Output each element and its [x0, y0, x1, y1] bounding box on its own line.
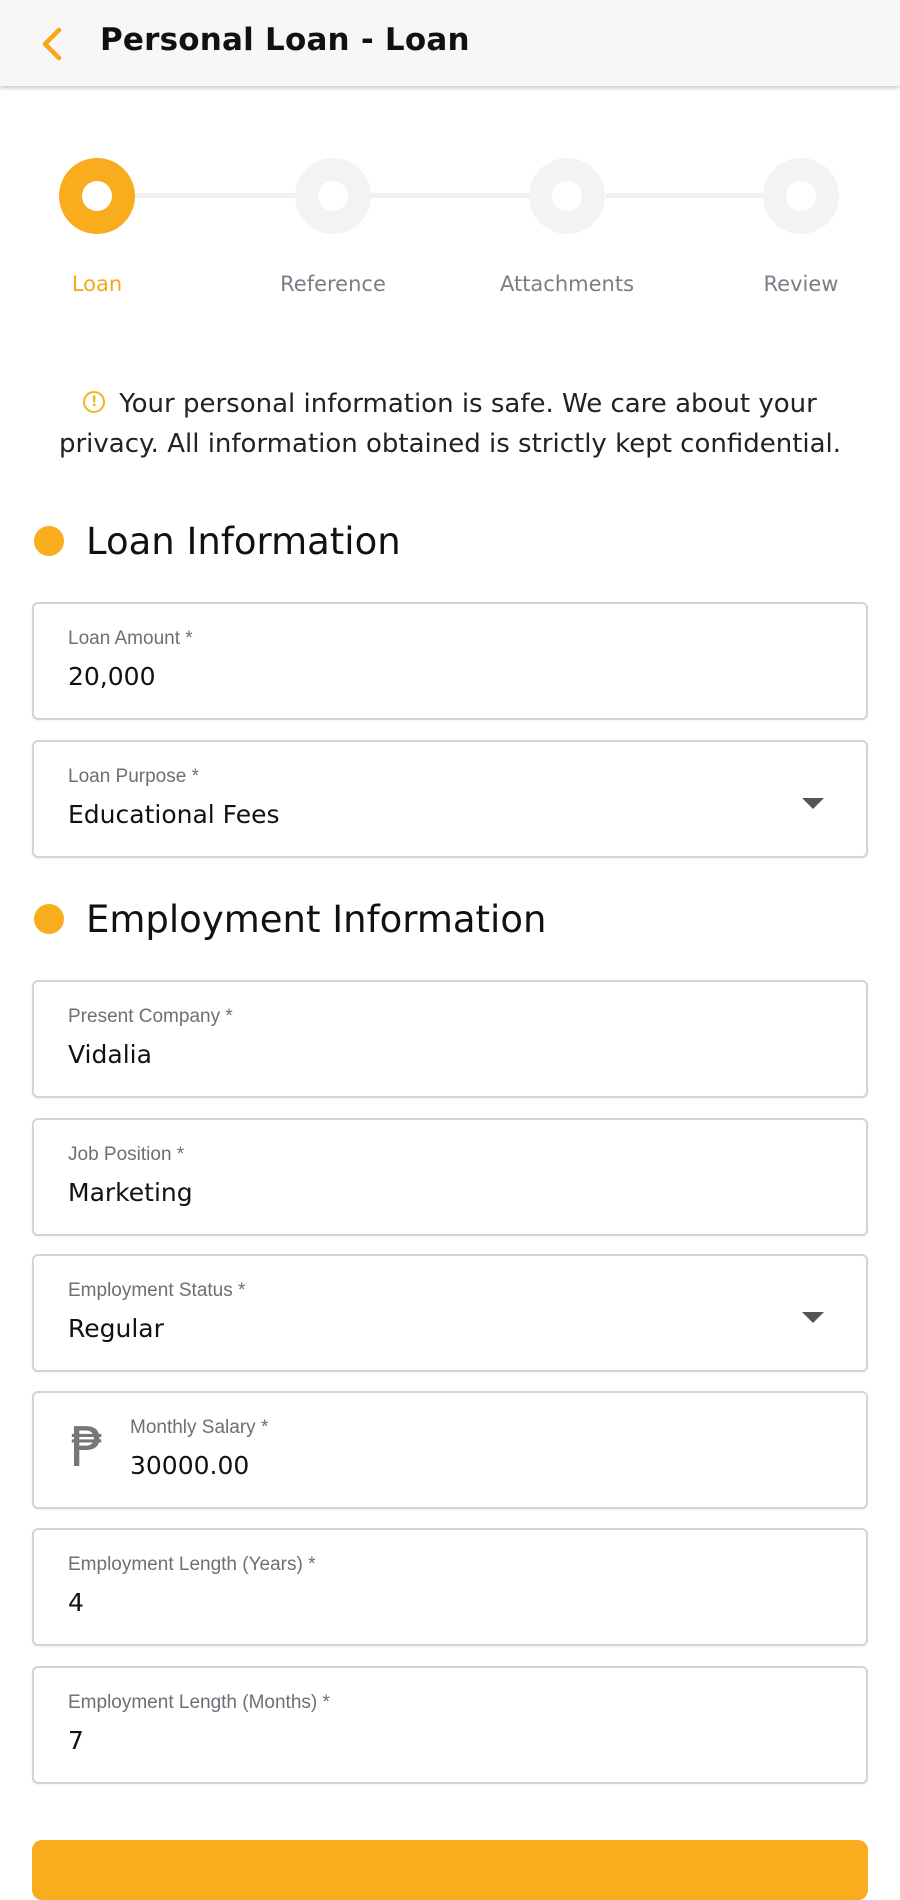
- step-attachments[interactable]: Attachments: [472, 150, 662, 310]
- step-label: Review: [763, 272, 839, 296]
- app-bar: Personal Loan - Loan: [0, 0, 900, 86]
- monthly-salary-field[interactable]: ₱ Monthly Salary * 30000.00: [32, 1391, 868, 1509]
- field-label: Employment Status *: [68, 1280, 246, 1301]
- field-value: Vidalia: [68, 1040, 152, 1069]
- step-indicator: [59, 158, 135, 234]
- page-title: Personal Loan - Loan: [100, 22, 470, 58]
- back-button[interactable]: [28, 20, 76, 68]
- section-title: Loan Information: [86, 519, 401, 563]
- step-label: Loan: [71, 272, 123, 296]
- employment-length-years-field[interactable]: Employment Length (Years) * 4: [32, 1528, 868, 1646]
- privacy-notice: ! Your personal information is safe. We c…: [40, 384, 860, 464]
- dropdown-caret-icon: [802, 798, 824, 809]
- peso-icon: ₱: [70, 1416, 105, 1479]
- section-bullet: [34, 904, 64, 934]
- privacy-notice-text: Your personal information is safe. We ca…: [58, 389, 842, 459]
- section-bullet: [34, 526, 64, 556]
- step-indicator: [763, 158, 839, 234]
- field-value: 30000.00: [130, 1451, 250, 1480]
- step-review[interactable]: Review: [706, 150, 896, 310]
- job-position-field[interactable]: Job Position * Marketing: [32, 1118, 868, 1236]
- field-label: Present Company *: [68, 1006, 233, 1027]
- field-value: 20,000: [68, 662, 156, 691]
- field-label: Loan Amount *: [68, 628, 193, 649]
- field-label: Employment Length (Months) *: [68, 1692, 330, 1713]
- step-reference[interactable]: Reference: [238, 150, 428, 310]
- field-label: Employment Length (Years) *: [68, 1554, 316, 1575]
- field-value: Marketing: [68, 1178, 193, 1207]
- field-label: Monthly Salary *: [130, 1417, 269, 1438]
- field-value: 7: [68, 1726, 84, 1755]
- step-loan[interactable]: Loan: [2, 150, 192, 310]
- chevron-left-icon: [42, 27, 62, 61]
- field-label: Loan Purpose *: [68, 766, 199, 787]
- loan-purpose-select[interactable]: Loan Purpose * Educational Fees: [32, 740, 868, 858]
- field-value: 4: [68, 1588, 84, 1617]
- section-title: Employment Information: [86, 897, 547, 941]
- dropdown-caret-icon: [802, 1312, 824, 1323]
- step-label: Reference: [280, 272, 386, 296]
- loan-amount-field[interactable]: Loan Amount * 20,000: [32, 602, 868, 720]
- employment-information-heading: Employment Information: [34, 897, 546, 941]
- present-company-field[interactable]: Present Company * Vidalia: [32, 980, 868, 1098]
- field-value: Regular: [68, 1314, 164, 1343]
- step-label: Attachments: [499, 272, 635, 296]
- step-indicator: [529, 158, 605, 234]
- employment-status-select[interactable]: Employment Status * Regular: [32, 1254, 868, 1372]
- info-icon: !: [83, 391, 106, 413]
- field-value: Educational Fees: [68, 800, 280, 829]
- step-indicator: [295, 158, 371, 234]
- employment-length-months-field[interactable]: Employment Length (Months) * 7: [32, 1666, 868, 1784]
- loan-information-heading: Loan Information: [34, 519, 401, 563]
- next-button[interactable]: [32, 1840, 868, 1900]
- field-label: Job Position *: [68, 1144, 185, 1165]
